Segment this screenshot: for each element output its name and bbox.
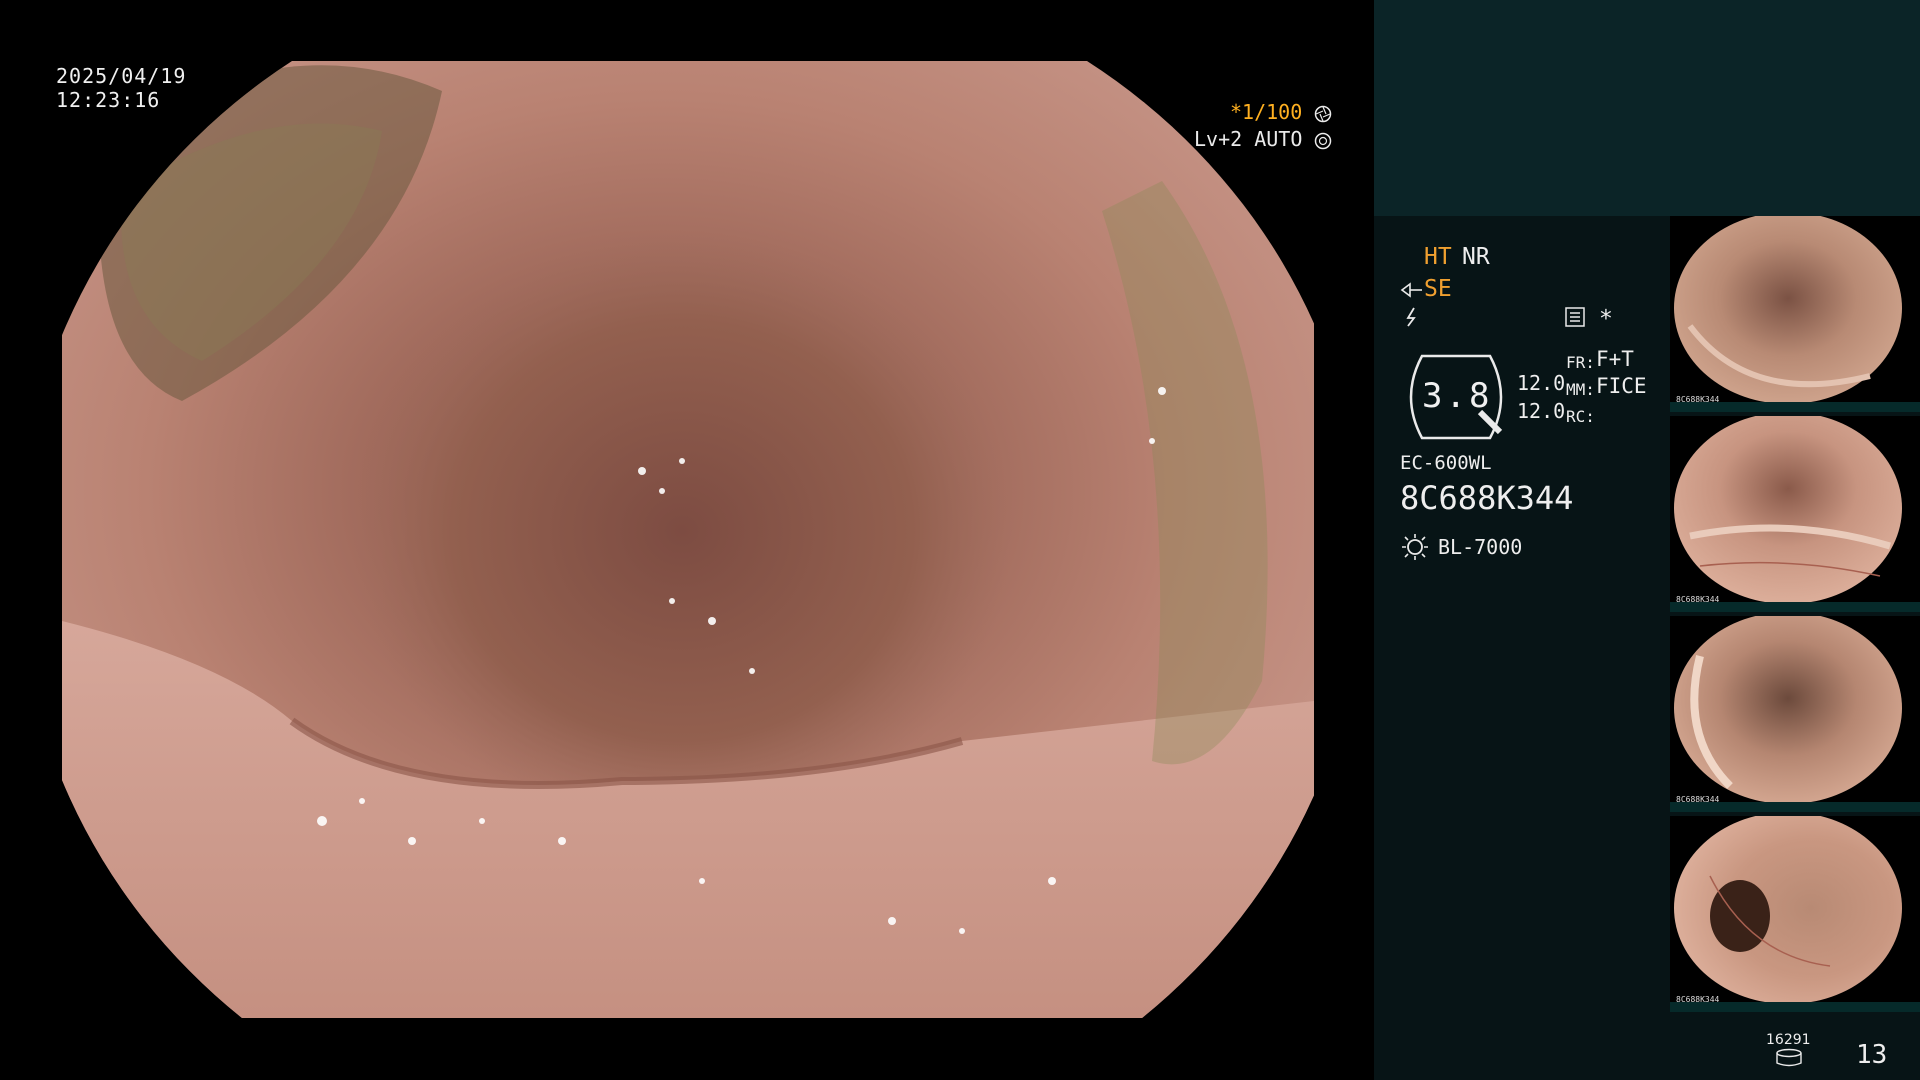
thumbnail-3[interactable]: 8C688K344 xyxy=(1670,616,1920,812)
storage-count: 16291 xyxy=(1766,1032,1811,1048)
mode-se-label: SE xyxy=(1424,276,1452,302)
value-bottom: 12.0 xyxy=(1517,399,1566,423)
aperture-icon xyxy=(1315,105,1332,122)
flash-icon xyxy=(1406,307,1416,327)
level-value: Lv+2 AUTO xyxy=(1194,127,1303,151)
storage-icon xyxy=(1776,1048,1802,1067)
level-readout: Lv+2 AUTO xyxy=(1194,127,1332,151)
rc-label: RC: xyxy=(1566,407,1595,426)
thumbnail-2[interactable]: 8C688K344 xyxy=(1670,416,1920,612)
thumb-label: 8C688K344 xyxy=(1676,995,1720,1004)
mode-ht-label: HT xyxy=(1424,244,1452,270)
mm-value: FICE xyxy=(1596,374,1647,398)
value-top: 12.0 xyxy=(1517,371,1566,395)
thumbnail-1[interactable]: 8C688K344 xyxy=(1670,216,1920,412)
shutter-readout: *1/100 xyxy=(1230,100,1332,124)
gauge-value: 3.8 xyxy=(1422,376,1493,416)
scope-model: EC-600WL xyxy=(1400,452,1492,474)
fr-label: FR: xyxy=(1566,353,1595,372)
lamp-icon xyxy=(1402,534,1428,560)
thumbnail-4[interactable]: 8C688K344 xyxy=(1670,816,1920,1012)
date-text: 2025/04/19 xyxy=(56,64,187,88)
thumb-label: 8C688K344 xyxy=(1676,595,1720,604)
mode-nr-label: NR xyxy=(1462,244,1490,270)
light-source: BL-7000 xyxy=(1438,535,1523,559)
datetime: 2025/04/19 12:23:16 xyxy=(56,64,186,112)
menu-icon xyxy=(1565,307,1585,327)
scope-serial: 8C688K344 xyxy=(1400,479,1574,517)
time-text: 12:23:16 xyxy=(56,88,161,112)
endoscope-view xyxy=(62,61,1314,1018)
thumb-label: 8C688K344 xyxy=(1676,795,1720,804)
fr-value: F+T xyxy=(1596,347,1634,371)
mm-label: MM: xyxy=(1566,380,1595,399)
asterisk-icon: * xyxy=(1599,306,1613,332)
thumb-label: 8C688K344 xyxy=(1676,395,1720,404)
image-count: 13 xyxy=(1856,1040,1888,1070)
iris-icon xyxy=(1315,132,1332,149)
shutter-value: *1/100 xyxy=(1230,100,1303,124)
scope-icon xyxy=(1400,282,1422,298)
top-info-panel xyxy=(1374,0,1920,216)
